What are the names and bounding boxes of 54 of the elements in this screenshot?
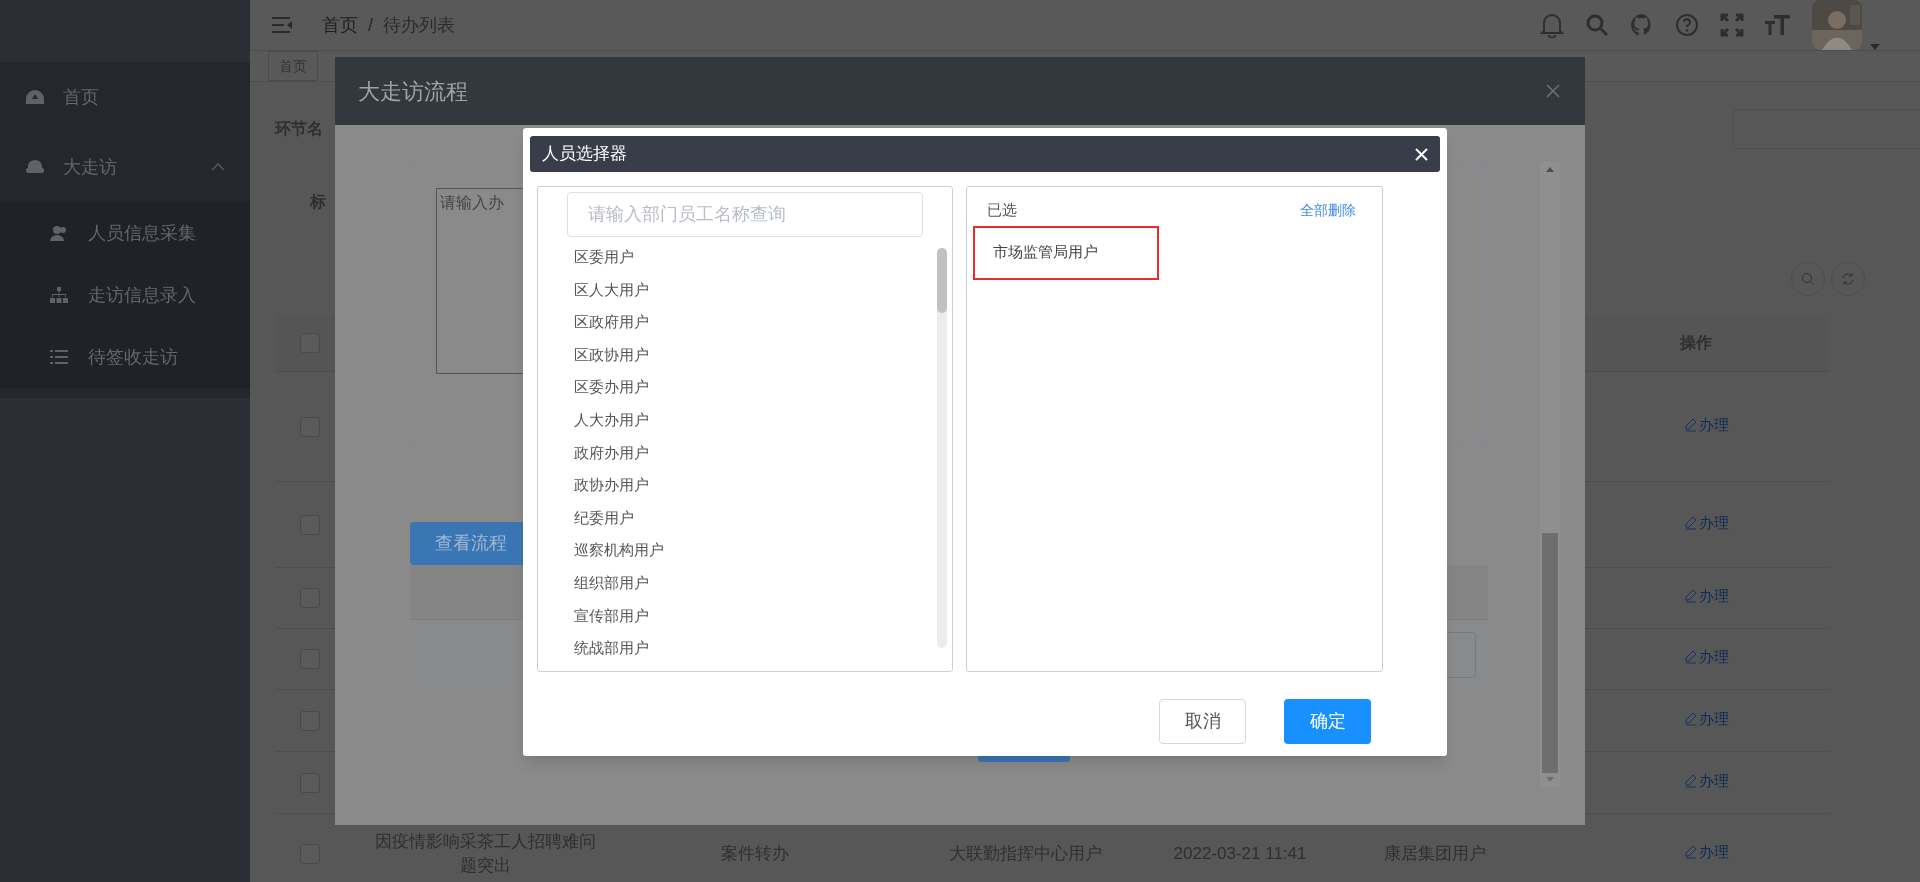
search-icon[interactable]	[1585, 13, 1609, 37]
handle-link[interactable]: 办理	[1699, 413, 1729, 437]
search-field[interactable]: 请输入部门员工名称查询	[567, 192, 923, 237]
clear-all-link[interactable]: 全部删除	[1300, 199, 1356, 221]
pencil-icon	[1685, 515, 1697, 530]
handle-link[interactable]: 办理	[1699, 646, 1729, 669]
option-item[interactable]: 区政协用户	[574, 338, 952, 372]
handle-link[interactable]: 办理	[1699, 769, 1729, 793]
help-icon[interactable]	[1675, 13, 1699, 37]
option-item[interactable]: 政协办用户	[574, 469, 952, 502]
selected-item[interactable]: 市场监管局用户	[973, 225, 1159, 280]
option-item[interactable]: 宣传部用户	[574, 599, 952, 633]
handle-link[interactable]: 办理	[1699, 585, 1729, 608]
pencil-icon	[1685, 650, 1697, 665]
menu-icon[interactable]	[272, 16, 292, 34]
breadcrumb-item[interactable]: 首页	[322, 11, 358, 39]
dashboard-icon	[25, 89, 45, 105]
handle-link[interactable]: 办理	[1699, 840, 1729, 864]
dialog-title: 大走访流程	[358, 77, 468, 106]
confirm-button[interactable]: 确定	[1284, 699, 1371, 744]
submenu-item[interactable]: 人员信息采集	[0, 202, 250, 264]
menu-item[interactable]: 首页	[0, 62, 250, 132]
list-icon	[50, 349, 68, 365]
handle-link[interactable]: 办理	[1699, 707, 1729, 731]
submenu-item[interactable]: 待签收走访	[0, 326, 250, 388]
pencil-icon	[1685, 844, 1697, 859]
option-item[interactable]: 区政府用户	[574, 306, 952, 339]
option-item[interactable]: 组织部用户	[574, 566, 952, 600]
pencil-icon	[1685, 711, 1697, 726]
pencil-icon	[1685, 773, 1697, 788]
pencil-icon	[1685, 417, 1697, 432]
cancel-button[interactable]: 取消	[1159, 699, 1246, 744]
menu-item[interactable]: 大走访	[0, 132, 250, 202]
option-item[interactable]: 人大办用户	[574, 403, 952, 437]
option-item[interactable]: 区委办用户	[574, 371, 952, 404]
breadcrumb-separator: /	[368, 13, 373, 37]
scrollbar[interactable]	[937, 248, 947, 648]
option-item[interactable]: 政府办用户	[574, 436, 952, 470]
font-size-icon[interactable]	[1765, 13, 1791, 37]
fullscreen-icon[interactable]	[1720, 13, 1744, 37]
dialog-title: 人员选择器	[542, 143, 627, 166]
pencil-icon	[1685, 589, 1697, 604]
users-icon	[50, 225, 68, 241]
bell-icon[interactable]	[1540, 12, 1564, 38]
panel-heading: 已选	[987, 200, 1017, 220]
search-icon	[1801, 272, 1815, 286]
refresh-icon	[1841, 272, 1855, 286]
option-item[interactable]: 区人大用户	[574, 273, 952, 307]
scrollbar[interactable]	[1540, 162, 1560, 787]
org-chart-icon	[50, 287, 68, 303]
submenu-item[interactable]: 走访信息录入	[0, 264, 250, 326]
option-item[interactable]: 统战部用户	[574, 632, 952, 665]
handle-link[interactable]: 办理	[1699, 511, 1729, 535]
option-item[interactable]: 区委用户	[574, 241, 952, 274]
